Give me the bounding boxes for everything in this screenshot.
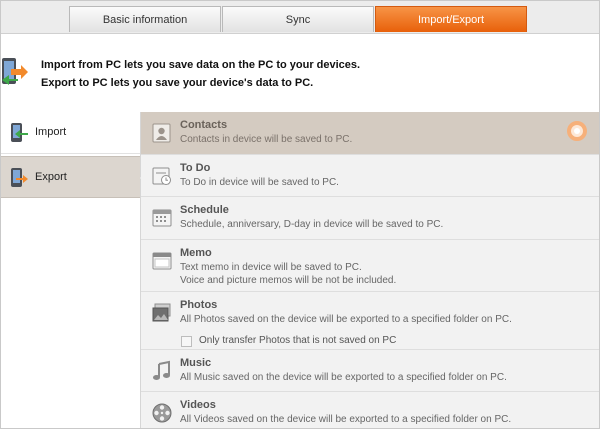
list-item-todo[interactable]: To Do To Do in device will be saved to P… <box>141 155 599 197</box>
tab-bar: Basic information Sync Import/Export <box>1 1 599 34</box>
list-item-contacts[interactable]: Contacts Contacts in device will be save… <box>141 112 599 155</box>
todo-icon <box>152 167 171 185</box>
list-item-music[interactable]: Music All Music saved on the device will… <box>141 350 599 392</box>
calendar-icon <box>152 209 172 227</box>
header-line-import: Import from PC lets you save data on the… <box>41 59 361 71</box>
header-banner: Import from PC lets you save data on the… <box>1 34 599 112</box>
list-item-desc: Schedule, anniversary, D-day in device w… <box>180 219 444 230</box>
list-item-desc: To Do in device will be saved to PC. <box>180 177 339 188</box>
list-item-desc-secondary: Voice and picture memos will be not be i… <box>180 275 397 286</box>
export-icon <box>11 168 28 187</box>
list-item-title: Videos <box>180 399 216 411</box>
list-item-videos[interactable]: Videos All Videos saved on the device wi… <box>141 392 599 428</box>
export-list: Contacts Contacts in device will be save… <box>141 112 599 428</box>
memo-icon <box>152 252 172 270</box>
sidebar: Import Export <box>1 112 149 428</box>
header-line-export: Export to PC lets you save your device's… <box>41 77 314 89</box>
photos-icon <box>152 303 171 322</box>
list-item-title: Schedule <box>180 204 229 216</box>
phone-transfer-icon <box>2 58 28 85</box>
list-item-desc: All Videos saved on the device will be e… <box>180 414 512 425</box>
sidebar-item-export[interactable]: Export <box>1 156 149 198</box>
list-item-title: Photos <box>180 299 218 311</box>
list-item-desc: All Photos saved on the device will be e… <box>180 314 512 325</box>
list-item-schedule[interactable]: Schedule Schedule, anniversary, D-day in… <box>141 197 599 240</box>
list-item-photos[interactable]: Photos All Photos saved on the device wi… <box>141 292 599 350</box>
list-item-title: Memo <box>180 247 212 259</box>
list-item-title: To Do <box>180 162 211 174</box>
list-item-desc: Text memo in device will be saved to PC. <box>180 262 362 273</box>
list-item-title: Music <box>180 357 212 369</box>
app-window: Basic information Sync Import/Export Imp… <box>0 0 600 429</box>
sidebar-item-label: Import <box>35 126 67 138</box>
list-item-memo[interactable]: Memo Text memo in device will be saved t… <box>141 240 599 292</box>
header-description: Import from PC lets you save data on the… <box>41 56 360 92</box>
tab-basic-information[interactable]: Basic information <box>69 6 221 32</box>
list-item-desc: All Music saved on the device will be ex… <box>180 372 507 383</box>
tab-import-export[interactable]: Import/Export <box>375 6 527 32</box>
only-new-photos-label: Only transfer Photos that is not saved o… <box>199 335 397 346</box>
contacts-icon <box>152 123 171 143</box>
import-icon <box>11 123 28 142</box>
tab-sync[interactable]: Sync <box>222 6 374 32</box>
video-reel-icon <box>152 403 172 423</box>
loading-spinner-icon <box>567 121 587 141</box>
sidebar-item-import[interactable]: Import <box>1 112 140 154</box>
only-new-photos-checkbox[interactable] <box>181 336 192 347</box>
sidebar-item-label: Export <box>35 171 67 183</box>
list-item-desc: Contacts in device will be saved to PC. <box>180 134 353 145</box>
list-item-title: Contacts <box>180 119 228 131</box>
music-icon <box>153 360 170 380</box>
